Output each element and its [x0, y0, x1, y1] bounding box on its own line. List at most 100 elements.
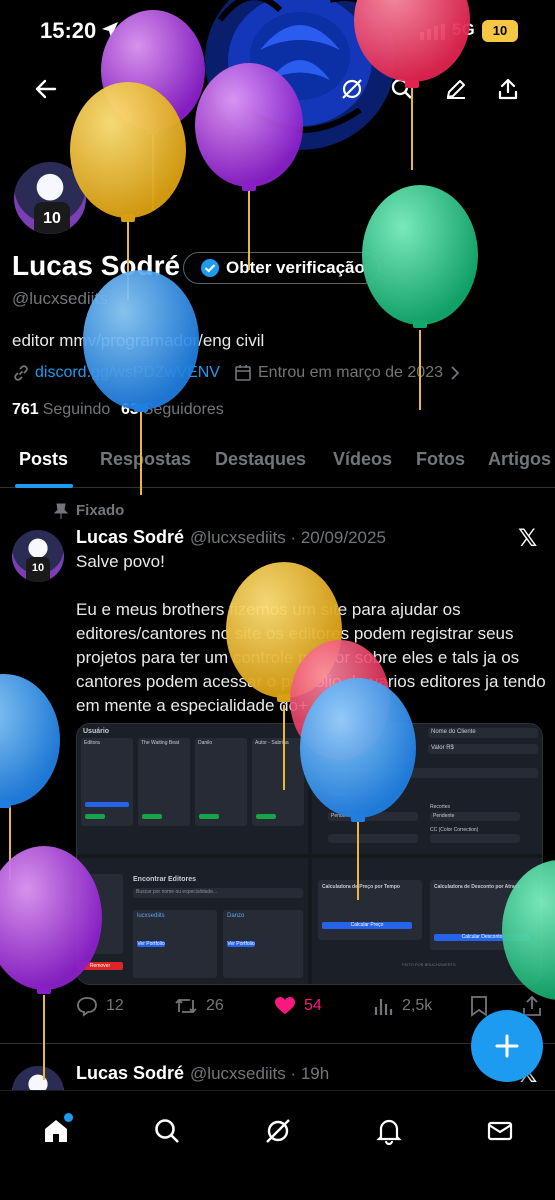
views-count: 2,5k — [402, 997, 433, 1014]
edit-button[interactable] — [436, 69, 476, 109]
post-avatar[interactable]: 10 — [12, 530, 64, 582]
get-verified-button[interactable]: Obter verificação — [183, 252, 380, 284]
following-link[interactable]: 761 Seguindo — [12, 401, 110, 419]
tab-videos[interactable]: Vídeos — [333, 449, 392, 470]
media1-card: Danilo — [195, 738, 247, 826]
media3-search-text: Buscar por nome ou especialidade... — [136, 889, 218, 895]
nav-messages[interactable] — [478, 1109, 522, 1153]
media1-title: Usuário — [83, 728, 110, 735]
media1-card: Editora — [81, 738, 133, 826]
like-count: 54 — [304, 997, 322, 1014]
nav-home[interactable] — [34, 1109, 78, 1153]
next-post-author[interactable]: Lucas Sodré — [76, 1063, 184, 1083]
repost-button[interactable]: 26 — [174, 995, 224, 1017]
reply-icon — [77, 997, 97, 1017]
media-image-4[interactable]: Calculadora de Preço por Tempo Calcular P… — [312, 858, 542, 984]
grok-icon — [342, 79, 362, 99]
pinned-label: Fixado — [54, 502, 124, 519]
media1-card: The Waiting Beat — [138, 738, 190, 826]
joined-text: Entrou em março de 2023 — [258, 364, 443, 381]
media2-field — [430, 834, 520, 843]
post-header: Lucas Sodré @lucxsediits · 20/09/2025 — [76, 527, 386, 548]
bottom-navigation — [0, 1090, 555, 1200]
profile-bio: editor mmv/programador/eng civil — [12, 331, 265, 350]
media2-label: Pendente — [433, 813, 455, 819]
share-button[interactable] — [488, 69, 528, 109]
media1-card-title: Autor - Sabrina — [255, 740, 289, 746]
profile-link-text: discord.gg/wsPDZwVENV — [35, 364, 220, 381]
following-label: Seguindo — [42, 401, 111, 418]
post-text-body: Eu e meus brothers fizemos um site para … — [76, 600, 546, 715]
media1-card-button — [85, 814, 105, 819]
media3-card-title: lucxsediits — [137, 913, 165, 919]
compose-post-button[interactable] — [471, 1010, 543, 1082]
followers-link[interactable]: 63 Seguidores — [121, 401, 224, 419]
media2-field: Pendente — [328, 812, 418, 821]
bookmark-icon — [471, 996, 487, 1017]
next-post-header: Lucas Sodré @lucxsediits · 19h — [76, 1063, 329, 1084]
reply-button[interactable]: 12 — [76, 995, 124, 1017]
media3-card-title: Danzo — [227, 913, 245, 919]
post-text-line1: Salve povo! — [76, 552, 165, 571]
media4-title: Calculadora de Preço por Tempo — [322, 884, 400, 890]
tab-articles[interactable]: Artigos — [488, 449, 551, 470]
media2-field: Nome do Cliente — [428, 728, 538, 738]
profile-joined[interactable]: Entrou em março de 2023 — [234, 364, 461, 382]
media1-card-title: Danilo — [198, 740, 213, 746]
nav-search[interactable] — [145, 1109, 189, 1153]
share-post-button[interactable] — [522, 995, 550, 1017]
nav-grok[interactable] — [256, 1109, 300, 1153]
post-media-grid[interactable]: Usuário Editora The Waiting Beat Danilo … — [76, 723, 543, 985]
get-verified-label: Obter verificação — [226, 258, 365, 277]
media-image-1[interactable]: Usuário Editora The Waiting Beat Danilo … — [77, 724, 308, 854]
post-author[interactable]: Lucas Sodré — [76, 527, 184, 547]
x-logo-icon: 𝕏 — [518, 525, 538, 552]
search-icon — [155, 1119, 179, 1143]
post-text[interactable]: Salve povo! Eu e meus brothers fizemos u… — [76, 550, 546, 742]
mail-icon — [487, 1121, 513, 1141]
post-handle-date: @lucxsediits · 20/09/2025 — [190, 528, 386, 547]
next-post-handle-date: @lucxsediits · 19h — [190, 1064, 330, 1083]
tab-highlights[interactable]: Destaques — [215, 449, 306, 470]
nav-notifications[interactable] — [367, 1109, 411, 1153]
media3-search: Buscar por nome ou especialidade... — [133, 888, 303, 898]
media1-card-title: Editora — [84, 740, 100, 746]
search-icon — [391, 78, 412, 99]
profile-handle: @lucxsediits — [12, 289, 108, 308]
active-tab-indicator — [15, 484, 73, 488]
tab-posts[interactable]: Posts — [19, 449, 68, 470]
followers-count: 63 — [121, 401, 139, 418]
media2-label: Pendente — [331, 813, 353, 819]
pin-icon — [54, 503, 68, 519]
views-button[interactable]: 2,5k — [372, 995, 432, 1017]
repost-icon — [175, 998, 197, 1014]
like-button[interactable]: 54 — [274, 995, 322, 1017]
media1-card-button — [142, 814, 162, 819]
tab-replies[interactable]: Respostas — [100, 449, 191, 470]
tab-photos[interactable]: Fotos — [416, 449, 465, 470]
back-button[interactable] — [26, 69, 66, 109]
media4-footer: FEITO POR BRUCHZWERTS — [402, 962, 456, 967]
verified-badge-icon — [201, 259, 219, 277]
media2-label: Recortes — [430, 804, 451, 810]
media3-title: Encontrar Editores — [133, 876, 197, 883]
media2-label: Status — [328, 792, 346, 798]
balloon — [0, 674, 60, 880]
profile-avatar[interactable]: 10 — [11, 159, 89, 237]
media3-card-button: Ver Portfolio — [137, 941, 165, 947]
media-image-2[interactable]: Nome do Cliente Valor R$ Status Pendente… — [312, 724, 542, 854]
media4-button: Calcular Desconto — [434, 934, 530, 941]
heart-icon — [275, 997, 295, 1014]
media2-label: CC (Color Correction) — [430, 827, 479, 833]
link-icon — [14, 365, 28, 381]
grok-button[interactable] — [332, 69, 372, 109]
profile-link[interactable]: discord.gg/wsPDZwVENV — [12, 364, 220, 382]
search-profile-button[interactable] — [382, 69, 422, 109]
media3-card-button: Ver Portfolio — [227, 941, 255, 947]
media2-field — [328, 834, 418, 843]
media1-card-button — [256, 814, 276, 819]
media-image-3[interactable]: Remover Encontrar Editores Buscar por no… — [77, 858, 308, 984]
media3-red-button: Remover — [77, 962, 123, 970]
media3-sidebar — [77, 874, 123, 954]
repost-count: 26 — [206, 997, 224, 1014]
